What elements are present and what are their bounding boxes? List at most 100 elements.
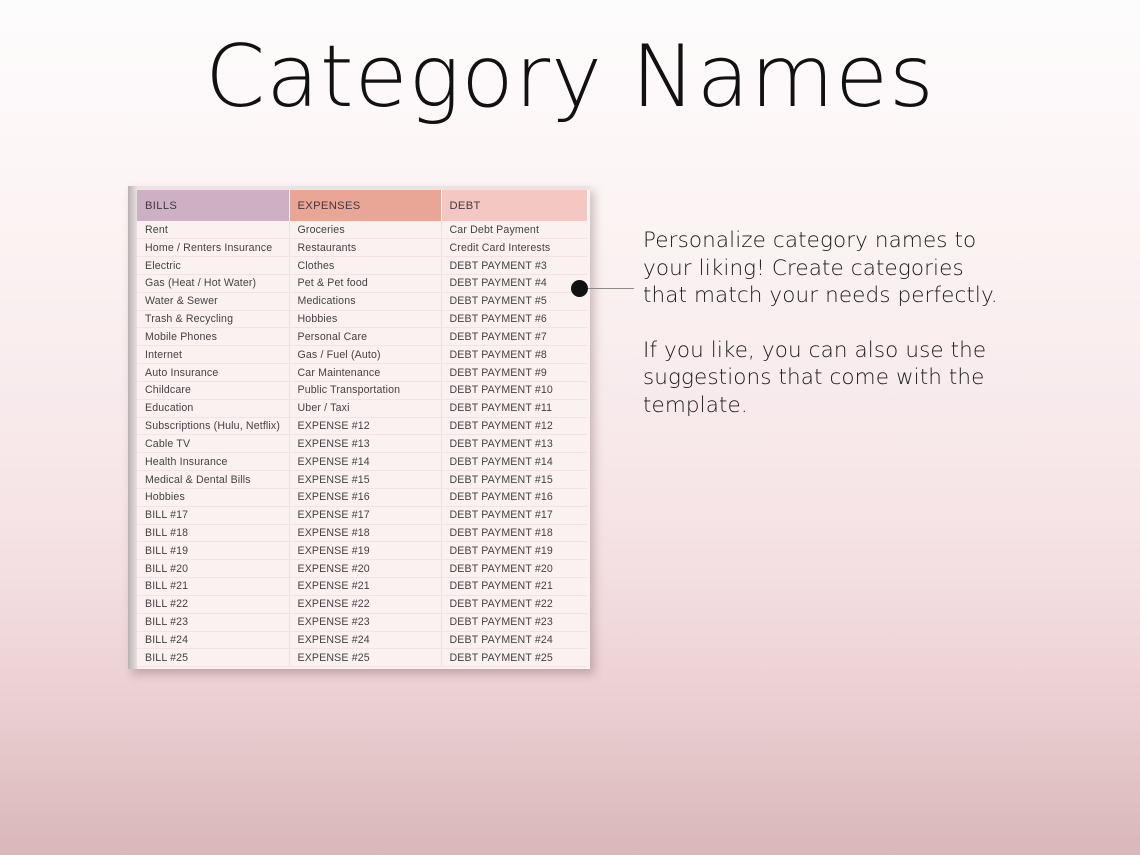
cell-bills[interactable]: Trash & Recycling — [137, 310, 290, 329]
cell-bills[interactable]: Auto Insurance — [137, 363, 290, 382]
cell-expenses[interactable]: Restaurants — [289, 238, 442, 258]
cell-expenses[interactable]: Personal Care — [289, 327, 442, 347]
cell-bills[interactable]: BILL #18 — [137, 524, 290, 543]
cell-expenses[interactable]: Public Transportation — [289, 381, 442, 400]
table-row: BILL #24 EXPENSE #24 DEBT PAYMENT #24 — [137, 631, 587, 650]
cell-bills[interactable]: Water & Sewer — [137, 292, 290, 311]
column-header-debt[interactable]: DEBT — [441, 190, 588, 221]
cell-expenses[interactable]: EXPENSE #16 — [289, 488, 442, 507]
cell-debt[interactable]: DEBT PAYMENT #13 — [441, 434, 587, 454]
cell-expenses[interactable]: EXPENSE #15 — [289, 470, 442, 489]
cell-expenses[interactable]: EXPENSE #12 — [289, 417, 442, 436]
table-row: Rent Groceries Car Debt Payment — [137, 221, 587, 240]
cell-bills[interactable]: Cable TV — [137, 434, 290, 454]
cell-debt[interactable]: DEBT PAYMENT #16 — [441, 488, 587, 507]
cell-expenses[interactable]: EXPENSE #13 — [289, 434, 442, 454]
cell-expenses[interactable]: EXPENSE #17 — [289, 506, 442, 525]
table-row: Cable TV EXPENSE #13 DEBT PAYMENT #13 — [137, 434, 587, 454]
table-row: BILL #19 EXPENSE #19 DEBT PAYMENT #19 — [137, 541, 587, 561]
cell-expenses[interactable]: Hobbies — [289, 310, 442, 329]
table-row: Auto Insurance Car Maintenance DEBT PAYMEN… — [137, 363, 587, 382]
cell-debt[interactable]: DEBT PAYMENT #5 — [441, 292, 587, 311]
cell-debt[interactable]: DEBT PAYMENT #3 — [441, 256, 587, 275]
cell-debt[interactable]: DEBT PAYMENT #7 — [441, 327, 587, 347]
cell-bills[interactable]: Rent — [137, 221, 290, 240]
cell-bills[interactable]: BILL #19 — [137, 541, 290, 561]
cell-debt[interactable]: DEBT PAYMENT #19 — [441, 541, 587, 561]
cell-debt[interactable]: DEBT PAYMENT #20 — [441, 559, 587, 579]
cell-bills[interactable]: BILL #21 — [137, 577, 290, 596]
table-row: BILL #18 EXPENSE #18 DEBT PAYMENT #18 — [137, 524, 587, 543]
cell-expenses[interactable]: Uber / Taxi — [289, 399, 442, 418]
cell-debt[interactable]: DEBT PAYMENT #18 — [441, 524, 587, 543]
cell-expenses[interactable]: EXPENSE #24 — [289, 631, 442, 650]
table-row: Hobbies EXPENSE #16 DEBT PAYMENT #16 — [137, 488, 587, 507]
cell-expenses[interactable]: Groceries — [289, 221, 442, 240]
table-row: Gas (Heat / Hot Water) Pet & Pet food DEBT… — [137, 274, 587, 293]
cell-expenses[interactable]: EXPENSE #20 — [289, 559, 442, 579]
cell-bills[interactable]: BILL #25 — [137, 648, 290, 668]
table-row: BILL #21 EXPENSE #21 DEBT PAYMENT #21 — [137, 577, 587, 596]
table-row: Childcare Public Transportation DEBT PAYME… — [137, 381, 587, 400]
cell-expenses[interactable]: Gas / Fuel (Auto) — [289, 345, 442, 365]
cell-debt[interactable]: DEBT PAYMENT #21 — [441, 577, 587, 596]
cell-bills[interactable]: BILL #20 — [137, 559, 290, 579]
cell-bills[interactable]: BILL #23 — [137, 613, 290, 632]
cell-debt[interactable]: Credit Card Interests — [441, 238, 587, 258]
cell-bills[interactable]: Electric — [137, 256, 290, 275]
cell-debt[interactable]: DEBT PAYMENT #11 — [441, 399, 587, 418]
cell-bills[interactable]: BILL #22 — [137, 595, 290, 614]
cell-bills[interactable]: Subscriptions (Hulu, Netflix) — [137, 417, 290, 436]
cell-bills[interactable]: Health Insurance — [137, 452, 290, 472]
cell-bills[interactable]: Hobbies — [137, 488, 290, 507]
cell-debt[interactable]: DEBT PAYMENT #24 — [441, 631, 587, 650]
cell-expenses[interactable]: EXPENSE #23 — [289, 613, 442, 632]
column-header-expenses[interactable]: EXPENSES — [289, 190, 442, 221]
column-header-bills[interactable]: BILLS — [137, 190, 290, 221]
cell-expenses[interactable]: Clothes — [289, 256, 442, 275]
cell-debt[interactable]: DEBT PAYMENT #10 — [441, 381, 587, 400]
cell-bills[interactable]: Education — [137, 399, 290, 418]
cell-bills[interactable]: Home / Renters Insurance — [137, 238, 290, 258]
cell-debt[interactable]: DEBT PAYMENT #17 — [441, 506, 587, 525]
table-row: Subscriptions (Hulu, Netflix) EXPENSE #12… — [137, 417, 587, 436]
cell-debt[interactable]: DEBT PAYMENT #8 — [441, 345, 587, 365]
table-row: Trash & Recycling Hobbies DEBT PAYMENT #6 — [137, 310, 587, 329]
table-row: Education Uber / Taxi DEBT PAYMENT #11 — [137, 399, 587, 418]
cell-bills[interactable]: Internet — [137, 345, 290, 365]
cell-debt[interactable]: Car Debt Payment — [441, 221, 587, 240]
cell-debt[interactable]: DEBT PAYMENT #22 — [441, 595, 587, 614]
table-row: Water & Sewer Medications DEBT PAYMENT #5 — [137, 292, 587, 311]
table-row: Mobile Phones Personal Care DEBT PAYMENT #… — [137, 327, 587, 347]
cell-bills[interactable]: Gas (Heat / Hot Water) — [137, 274, 290, 293]
cell-debt[interactable]: DEBT PAYMENT #9 — [441, 363, 587, 382]
cell-debt[interactable]: DEBT PAYMENT #4 — [441, 274, 587, 293]
cell-expenses[interactable]: EXPENSE #19 — [289, 541, 442, 561]
cell-expenses[interactable]: Medications — [289, 292, 442, 311]
cell-bills[interactable]: Medical & Dental Bills — [137, 470, 290, 489]
annotation-block: Personalize category names to your likin… — [643, 227, 1003, 419]
cell-debt[interactable]: DEBT PAYMENT #25 — [441, 648, 587, 668]
cell-expenses[interactable]: EXPENSE #21 — [289, 577, 442, 596]
callout-dot-icon — [571, 280, 588, 297]
cell-expenses[interactable]: EXPENSE #18 — [289, 524, 442, 543]
cell-debt[interactable]: DEBT PAYMENT #6 — [441, 310, 587, 329]
cell-debt[interactable]: DEBT PAYMENT #23 — [441, 613, 587, 632]
cell-expenses[interactable]: Pet & Pet food — [289, 274, 442, 293]
cell-debt[interactable]: DEBT PAYMENT #12 — [441, 417, 587, 436]
table-row: Internet Gas / Fuel (Auto) DEBT PAYMENT #8 — [137, 345, 587, 365]
cell-bills[interactable]: BILL #24 — [137, 631, 290, 650]
cell-bills[interactable]: Childcare — [137, 381, 290, 400]
cell-bills[interactable]: Mobile Phones — [137, 327, 290, 347]
cell-expenses[interactable]: EXPENSE #14 — [289, 452, 442, 472]
table-header-row: BILLS EXPENSES DEBT — [137, 190, 588, 221]
cell-debt[interactable]: DEBT PAYMENT #14 — [441, 452, 587, 472]
cell-bills[interactable]: BILL #17 — [137, 506, 290, 525]
cell-debt[interactable]: DEBT PAYMENT #15 — [441, 470, 587, 489]
table-row: BILL #17 EXPENSE #17 DEBT PAYMENT #17 — [137, 506, 587, 525]
cell-expenses[interactable]: EXPENSE #25 — [289, 648, 442, 668]
cell-expenses[interactable]: EXPENSE #22 — [289, 595, 442, 614]
cell-expenses[interactable]: Car Maintenance — [289, 363, 442, 382]
spreadsheet-sheet[interactable]: BILLS EXPENSES DEBT Rent Groceries Car Deb… — [137, 190, 590, 669]
table-row: Home / Renters Insurance Restaurants Credi… — [137, 238, 587, 258]
